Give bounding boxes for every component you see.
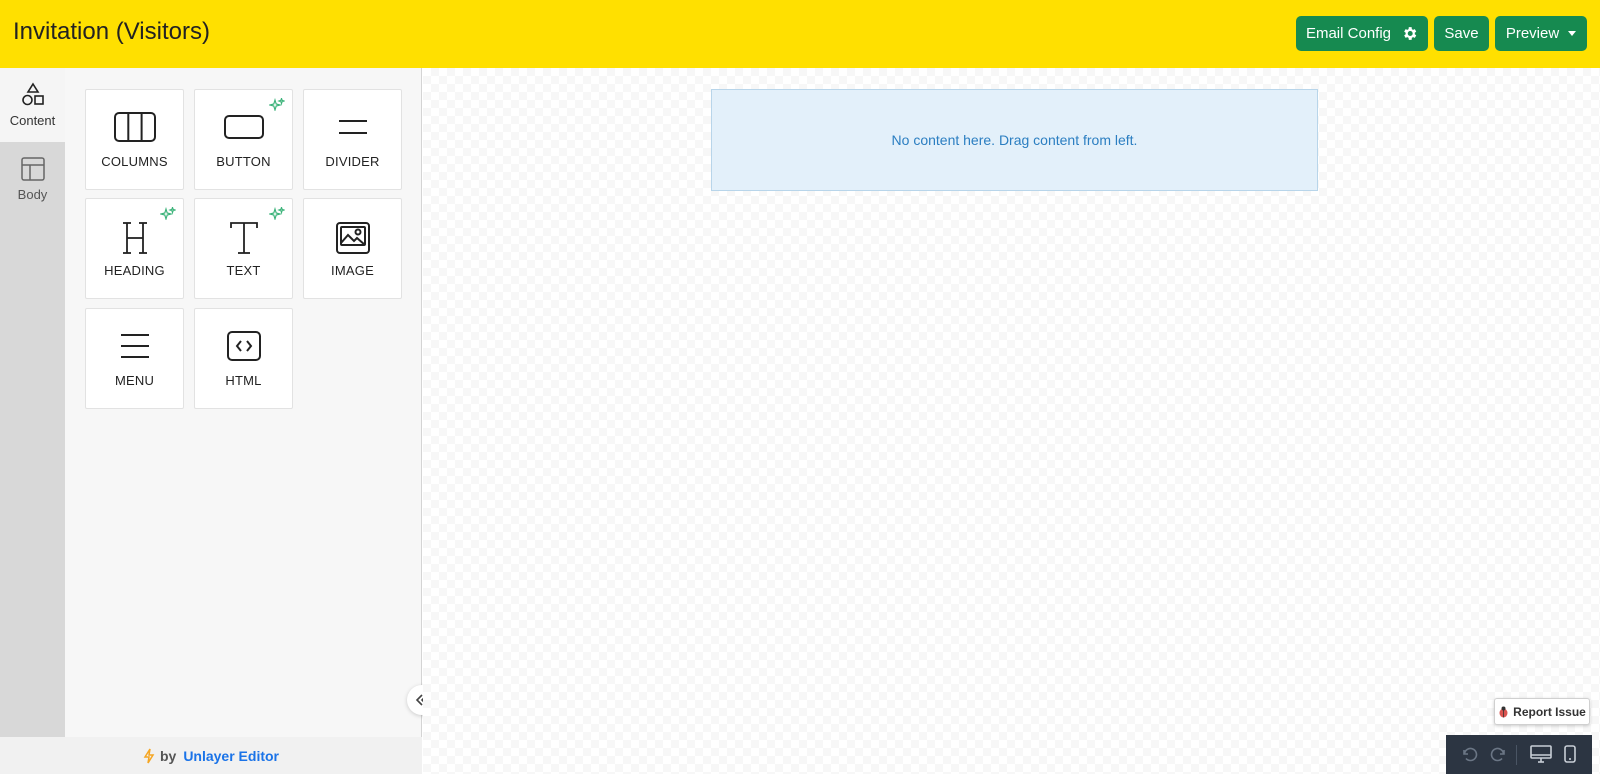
footer-by: by <box>159 747 177 764</box>
report-issue-button[interactable]: Report Issue <box>1494 698 1590 725</box>
tool-heading[interactable]: HEADING <box>85 198 184 299</box>
page-title: Invitation (Visitors) <box>13 18 210 45</box>
text-icon <box>223 221 265 255</box>
top-header: Invitation (Visitors) Email Config Save … <box>0 0 1600 68</box>
tool-columns-label: COLUMNS <box>101 154 168 169</box>
undo-icon[interactable] <box>1460 745 1478 763</box>
tool-button[interactable]: BUTTON <box>194 89 293 190</box>
chevron-down-icon <box>1568 31 1577 36</box>
tool-text-label: TEXT <box>226 263 261 278</box>
panel-footer: by Unlayer Editor <box>0 737 422 774</box>
bug-icon <box>1498 706 1509 718</box>
footer-brand-link[interactable]: Unlayer Editor <box>183 748 279 764</box>
empty-dropzone[interactable]: No content here. Drag content from left. <box>711 89 1318 191</box>
divider-icon <box>332 112 374 142</box>
heading-icon <box>114 221 156 255</box>
gear-icon <box>1401 25 1418 42</box>
code-icon <box>223 331 265 361</box>
preview-button[interactable]: Preview <box>1495 16 1587 51</box>
content-panel: COLUMNS BUTTON DIVIDER HEADING TEXT IMAG… <box>65 68 422 737</box>
tool-button-label: BUTTON <box>216 154 271 169</box>
columns-icon <box>113 112 156 142</box>
tool-menu[interactable]: MENU <box>85 308 184 409</box>
nav-item-content[interactable]: Content <box>0 68 65 142</box>
bottom-toolbar <box>1446 735 1592 774</box>
desktop-icon[interactable] <box>1530 745 1552 763</box>
ai-sparkle-icon <box>269 98 285 111</box>
nav-content-label: Content <box>9 113 56 128</box>
tool-html[interactable]: HTML <box>194 308 293 409</box>
email-config-label: Email Config <box>1305 25 1392 42</box>
shapes-icon <box>21 82 44 106</box>
layout-icon <box>20 157 45 181</box>
tool-divider-label: DIVIDER <box>325 154 380 169</box>
ai-sparkle-icon <box>160 207 176 220</box>
tool-text[interactable]: TEXT <box>194 198 293 299</box>
side-nav: Content Body <box>0 68 65 737</box>
menu-icon <box>114 331 156 361</box>
email-config-button[interactable]: Email Config <box>1296 16 1428 51</box>
toolbar-divider <box>1516 745 1517 765</box>
tool-menu-label: MENU <box>114 373 155 388</box>
redo-icon[interactable] <box>1490 745 1508 763</box>
mobile-icon[interactable] <box>1564 745 1576 763</box>
empty-message: No content here. Drag content from left. <box>891 132 1138 148</box>
tool-divider[interactable]: DIVIDER <box>303 89 402 190</box>
save-button[interactable]: Save <box>1434 16 1489 51</box>
tool-image[interactable]: IMAGE <box>303 198 402 299</box>
report-issue-label: Report Issue <box>1513 704 1586 719</box>
bolt-icon <box>143 748 155 764</box>
button-icon <box>223 112 265 142</box>
tool-heading-label: HEADING <box>104 263 165 278</box>
nav-item-body[interactable]: Body <box>0 142 65 216</box>
tool-image-label: IMAGE <box>331 263 374 278</box>
ai-sparkle-icon <box>269 207 285 220</box>
tool-html-label: HTML <box>225 373 262 388</box>
image-icon <box>332 221 374 255</box>
preview-label: Preview <box>1505 25 1560 42</box>
nav-body-label: Body <box>17 187 48 202</box>
tool-columns[interactable]: COLUMNS <box>85 89 184 190</box>
